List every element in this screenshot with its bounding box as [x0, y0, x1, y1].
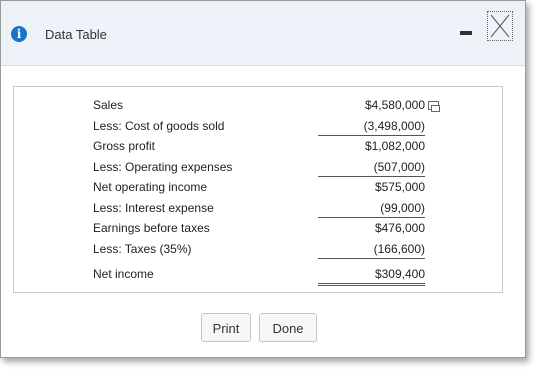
row-label: Net income: [93, 267, 154, 281]
table-row-total: Net income $309,400: [93, 259, 425, 286]
done-button[interactable]: Done: [259, 313, 317, 342]
copy-icon[interactable]: [428, 101, 440, 112]
row-value: $1,082,000: [364, 139, 425, 153]
row-value: $4,580,000: [364, 98, 425, 112]
table-row: Less: Operating expenses (507,000): [93, 157, 425, 178]
dialog-titlebar: i Data Table: [1, 1, 525, 66]
row-value: (507,000): [318, 160, 425, 177]
table-row: Gross profit $1,082,000: [93, 136, 425, 157]
row-value: (99,000): [318, 201, 425, 218]
close-icon[interactable]: [487, 11, 513, 41]
table-row: Less: Cost of goods sold (3,498,000): [93, 116, 425, 137]
income-statement-table: Sales $4,580,000 Less: Cost of goods sol…: [93, 95, 440, 286]
row-value: (3,498,000): [318, 119, 425, 136]
dialog-title: Data Table: [45, 27, 107, 42]
row-label: Gross profit: [93, 139, 156, 153]
data-table-panel: Sales $4,580,000 Less: Cost of goods sol…: [13, 86, 503, 293]
minimize-icon[interactable]: [460, 31, 472, 35]
row-label: Less: Interest expense: [93, 200, 214, 215]
row-value: $575,000: [374, 180, 425, 194]
table-row: Net operating income $575,000: [93, 177, 425, 198]
row-label: Net operating income: [93, 180, 208, 194]
data-table-dialog: i Data Table Sales $4,580,000 Less: Cost…: [0, 0, 526, 358]
table-row: Less: Interest expense (99,000): [93, 198, 425, 219]
row-value: $309,400: [318, 267, 425, 286]
row-label: Less: Taxes (35%): [93, 241, 192, 256]
print-button[interactable]: Print: [201, 313, 251, 342]
row-label: Earnings before taxes: [93, 221, 210, 235]
row-label: Less: Cost of goods sold: [93, 118, 225, 133]
row-label: Sales: [93, 98, 124, 112]
table-row: Less: Taxes (35%) (166,600): [93, 239, 425, 260]
row-value: $476,000: [374, 221, 425, 235]
row-label: Less: Operating expenses: [93, 159, 233, 174]
table-row: Earnings before taxes $476,000: [93, 218, 425, 239]
table-row: Sales $4,580,000: [93, 95, 440, 116]
row-value: (166,600): [318, 242, 425, 259]
info-icon: i: [11, 26, 27, 42]
